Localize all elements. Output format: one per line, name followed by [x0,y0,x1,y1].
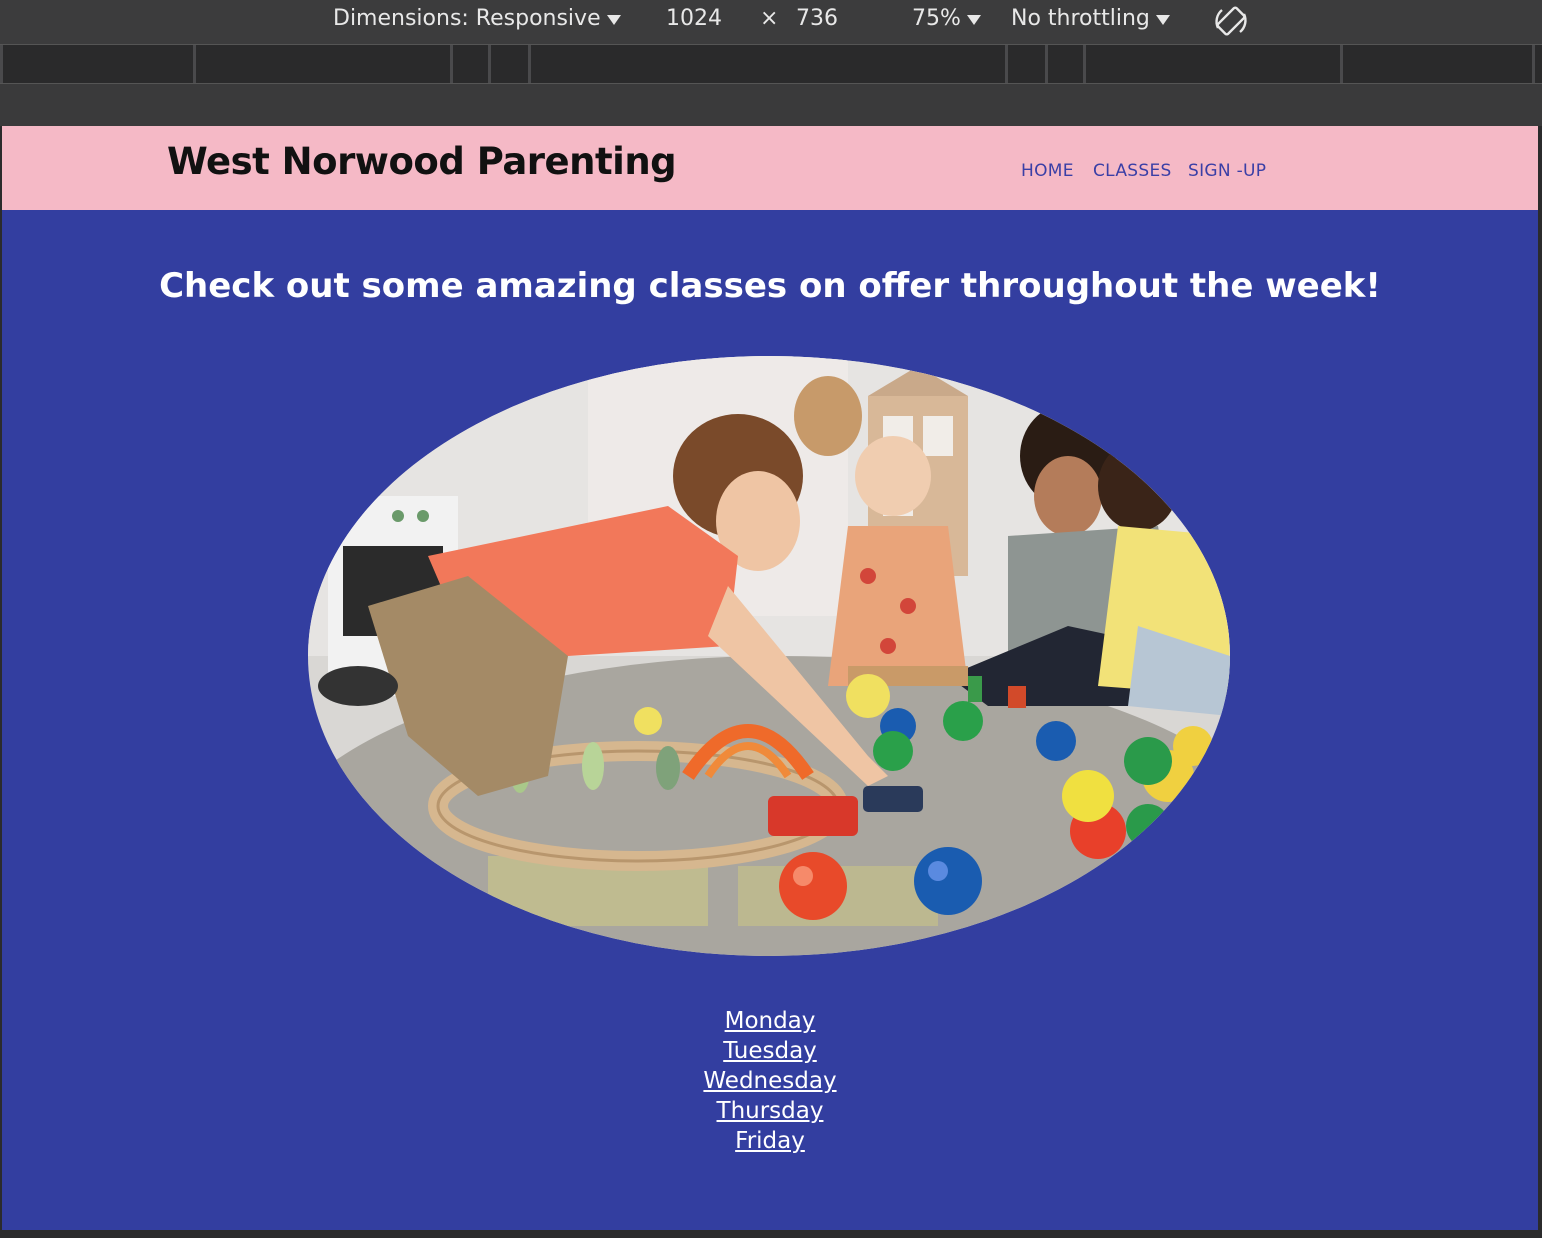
nav-classes-link[interactable]: CLASSES [1093,161,1172,181]
dimensions-label: Dimensions: Responsive [333,6,601,31]
page-viewport: West Norwood Parenting HOME CLASSES SIGN… [2,126,1538,1230]
nav-signup-link[interactable]: SIGN -UP [1188,161,1266,181]
times-icon: × [760,6,779,31]
nav-home-link[interactable]: HOME [1021,161,1074,181]
chevron-down-icon [606,14,621,25]
viewport-width-value: 1024 [666,6,722,31]
site-header: West Norwood Parenting HOME CLASSES SIGN… [2,126,1538,210]
chevron-down-icon [966,14,981,25]
class-day-links: Monday Tuesday Wednesday Thursday Friday [2,1006,1538,1156]
page-headline: Check out some amazing classes on offer … [159,266,1381,306]
media-query-bar[interactable] [0,44,1542,84]
throttling-dropdown[interactable]: No throttling [1011,6,1170,31]
viewport-gutter [0,84,1542,126]
zoom-value: 75% [912,6,961,31]
viewport-width-input[interactable]: 1024 [666,6,722,31]
viewport-height-input[interactable]: 736 [796,6,838,31]
day-link-wednesday[interactable]: Wednesday [2,1066,1538,1096]
day-link-tuesday[interactable]: Tuesday [2,1036,1538,1066]
rotate-device-icon[interactable] [1212,2,1250,40]
viewport-height-value: 736 [796,6,838,31]
zoom-dropdown[interactable]: 75% [912,6,981,31]
day-link-monday[interactable]: Monday [2,1006,1538,1036]
site-brand[interactable]: West Norwood Parenting [167,140,677,183]
day-link-thursday[interactable]: Thursday [2,1096,1538,1126]
dimensions-dropdown[interactable]: Dimensions: Responsive [333,6,621,31]
chevron-down-icon [1155,14,1170,25]
devtools-device-toolbar: Dimensions: Responsive 1024 × 736 75% No… [0,0,1542,44]
hero-image [308,356,1230,956]
dimension-separator: × [760,6,778,31]
day-link-friday[interactable]: Friday [2,1126,1538,1156]
throttling-value: No throttling [1011,6,1150,31]
